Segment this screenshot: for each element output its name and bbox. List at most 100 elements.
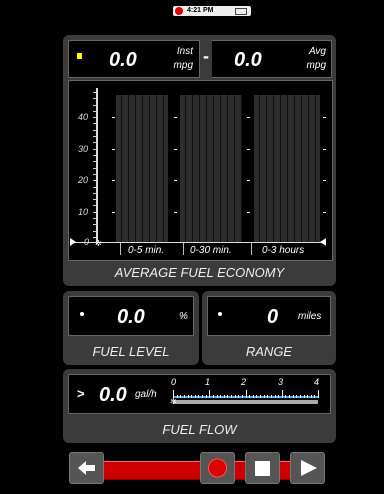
y-axis-minor-tick: [93, 149, 97, 150]
gauge-marker-icon: ✲: [170, 397, 177, 406]
gauge-tick: [285, 395, 287, 398]
y-axis-minor-tick: [93, 180, 97, 181]
y-axis-minor-tick: [93, 142, 97, 143]
fuel-level-box[interactable]: 0.0 %: [68, 296, 194, 336]
gauge-tick: [310, 395, 312, 398]
chart-column-stripe: [308, 95, 309, 242]
record-icon: [208, 458, 227, 478]
bullet-icon: [218, 312, 222, 316]
play-button[interactable]: [290, 452, 325, 484]
chart-column-stripe: [149, 95, 150, 242]
range-box[interactable]: 0 miles: [207, 296, 331, 336]
y-axis-minor-tick: [93, 193, 97, 194]
gridline-marker: [174, 212, 177, 213]
x-axis-left-arrow-icon: [70, 238, 76, 246]
gauge-tick: [202, 395, 203, 398]
chart-column-stripe: [192, 95, 193, 242]
gauge-tick: [191, 395, 193, 398]
gauge-tick: [281, 390, 283, 398]
chart-column-stripe: [287, 95, 288, 242]
avg-unit-sub-label: mpg: [306, 60, 326, 71]
status-pill: 4:21 PM: [173, 6, 251, 16]
y-axis-minor-tick: [93, 105, 97, 106]
y-axis-minor-tick: [93, 174, 97, 175]
period-label-30min[interactable]: 0-30 min.: [190, 245, 232, 256]
flow-scale-label: 4: [314, 377, 320, 387]
gridline-marker: [112, 117, 115, 118]
gauge-tick: [256, 395, 258, 398]
period-label-5min[interactable]: 0-5 min.: [128, 245, 164, 256]
axis-origin-icon: ✲: [95, 239, 102, 248]
y-axis-minor-tick: [93, 224, 97, 225]
gauge-tick: [278, 395, 280, 398]
gauge-tick: [314, 395, 316, 398]
range-value: 0: [267, 306, 279, 328]
avg-unit-label: Avg: [308, 46, 326, 57]
gauge-tick: [245, 390, 247, 398]
chart-column-stripe: [234, 95, 235, 242]
flow-scale-label: 3: [278, 377, 284, 387]
readout-separator: -: [203, 46, 209, 66]
y-axis-minor-tick: [93, 218, 97, 219]
fuel-level-panel: 0.0 % FUEL LEVEL: [63, 291, 199, 365]
gauge-tick: [223, 395, 225, 398]
avg-mpg-value: 0.0: [234, 49, 262, 71]
gauge-tick: [238, 395, 240, 398]
battery-icon: [235, 8, 247, 15]
inst-unit-label: Inst: [176, 46, 193, 57]
gauge-tick: [234, 395, 236, 398]
gauge-tick: [231, 395, 232, 398]
y-tick-label: 30: [78, 144, 89, 154]
chart-column-stripe: [241, 95, 242, 242]
flow-scale-label: 2: [241, 377, 247, 387]
chart-column-stripe: [128, 95, 129, 242]
gauge-track: [173, 400, 318, 404]
range-caption: RANGE: [245, 344, 293, 359]
y-axis-minor-tick: [93, 187, 97, 188]
back-button[interactable]: [69, 452, 104, 484]
gridline-marker: [112, 180, 115, 181]
fuel-flow-panel: > 0.0 gal/h 0 1 2 3 4 ✲ FUEL FLOW: [63, 369, 336, 443]
avg-mpg-box[interactable]: 0.0 Avg mpg: [212, 40, 332, 78]
gridline-marker: [174, 180, 177, 181]
y-axis-minor-tick: [93, 212, 97, 213]
gauge-tick: [289, 395, 290, 398]
gauge-tick: [187, 395, 189, 398]
play-icon: [301, 460, 317, 476]
chart-column-stripe: [199, 95, 200, 242]
gauge-tick: [252, 395, 254, 398]
gauge-tick: [307, 395, 309, 398]
gridline-marker: [323, 149, 326, 150]
chart-column-stripe: [185, 95, 186, 242]
gauge-tick: [274, 395, 276, 398]
range-unit: miles: [298, 311, 322, 322]
y-axis-minor-tick: [93, 98, 97, 99]
stop-button[interactable]: [245, 452, 280, 484]
chart-column-stripe: [121, 95, 122, 242]
y-axis-minor-tick: [93, 117, 97, 118]
gauge-tick: [241, 395, 243, 398]
gridline-marker: [247, 180, 250, 181]
control-bar: [68, 447, 328, 489]
gridline-marker: [112, 149, 115, 150]
range-panel: 0 miles RANGE: [202, 291, 336, 365]
gridline-marker: [323, 117, 326, 118]
gauge-tick: [299, 395, 301, 398]
chart-column-stripe: [156, 95, 157, 242]
y-axis-minor-tick: [93, 111, 97, 112]
y-axis-minor-tick: [93, 199, 97, 200]
gridline-marker: [174, 149, 177, 150]
chart-column-stripe: [220, 95, 221, 242]
fuel-level-caption: FUEL LEVEL: [92, 344, 170, 359]
record-button[interactable]: [200, 452, 235, 484]
gauge-tick: [212, 395, 214, 398]
chart-column-stripe: [213, 95, 214, 242]
gauge-tick: [194, 395, 196, 398]
chart-column-stripe: [280, 95, 281, 242]
period-label-3hours[interactable]: 0-3 hours: [262, 245, 304, 256]
gridline-marker: [247, 212, 250, 213]
inst-mpg-box[interactable]: 0.0 Inst mpg: [68, 40, 200, 78]
gauge-tick: [198, 395, 200, 398]
gauge-tick: [292, 395, 294, 398]
fuel-flow-box[interactable]: > 0.0 gal/h 0 1 2 3 4 ✲: [68, 374, 331, 414]
